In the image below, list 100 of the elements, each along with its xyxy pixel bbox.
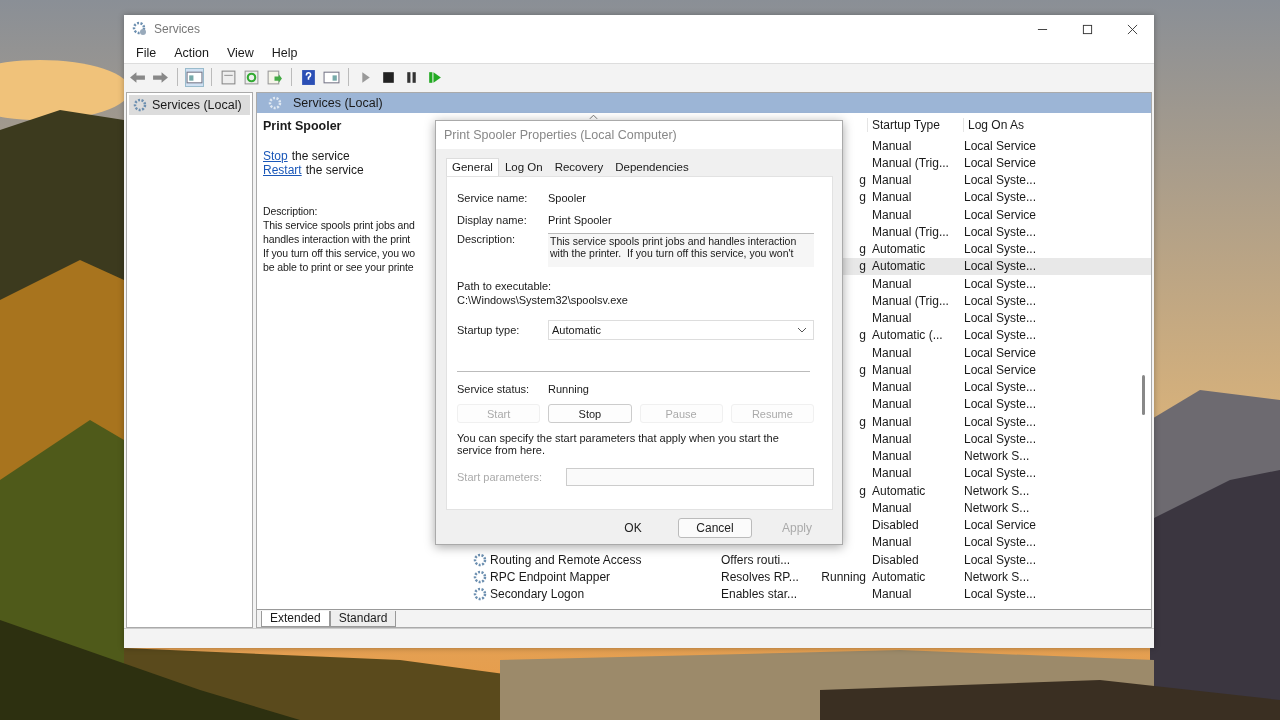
table-cell: g [859,242,866,257]
menu-item[interactable]: Help [265,46,304,60]
table-cell-text: Automatic (... [872,328,944,343]
description-box[interactable]: This service spools print jobs and handles interaction with the printer. If you turn off this service, you won't [548,233,814,267]
field-label: Path to executable: [457,279,553,293]
table-cell-text: Manual (Trig... [872,155,950,170]
service-control-button[interactable]: Stop [548,404,632,423]
scrollbar-thumb[interactable] [1142,375,1145,415]
table-cell-text: Local Syste... [964,552,1038,567]
tree-item[interactable]: Services (Local) [129,95,250,115]
gear-icon [267,95,283,111]
table-cell-text: Local Syste... [964,328,1038,343]
table-cell-text: Manual [872,500,913,515]
refresh-icon[interactable] [243,68,260,86]
table-cell-text: Local Service [964,518,1038,533]
field-value: Spooler [548,192,586,204]
description-line: If you turn off this service, you wo [263,246,417,260]
table-cell: g [859,328,866,343]
dialog-tab[interactable]: Recovery [548,158,610,176]
table-cell-text: Local Syste... [964,276,1038,291]
field-value: Running [548,383,589,395]
table-cell: Resolves RP... [721,569,799,584]
path-value: C:\Windows\System32\spoolsv.exe [457,293,629,307]
table-cell-text: Manual [872,190,913,205]
table-cell: g [859,362,866,377]
window-title: Services [154,22,200,36]
table-cell-text: Local Service [964,138,1038,153]
table-cell-text: Manual [872,466,913,481]
table-cell: g [859,259,866,274]
gear-icon [472,568,488,585]
table-cell-text: Local Syste... [964,190,1038,205]
table-cell-text: Local Syste... [964,535,1038,550]
table-cell-text: Manual [872,345,913,360]
field-label: Startup type: [457,324,521,336]
table-cell-text: Manual [872,431,913,446]
description-line: This service spools print jobs and [263,218,416,232]
field-label: Service name: [457,192,529,204]
table-cell-text: Manual [872,173,913,188]
description-line: be able to print or see your printe [263,260,415,274]
table-cell-text: Manual [872,207,913,222]
startup-type-dropdown[interactable]: Automatic [548,320,814,340]
gears-icon [132,21,148,37]
properties-icon[interactable] [220,68,237,86]
table-cell-text: Local Service [964,362,1038,377]
table-cell: g [859,173,866,188]
gear-icon [472,551,488,568]
description-label: Description: [263,204,319,218]
column-header[interactable]: Log On As [963,118,1059,132]
maximize-icon[interactable] [1082,23,1093,35]
gear-icon [132,97,148,113]
table-cell-text: Network S... [964,500,1031,515]
action-text: the service [305,163,364,177]
table-cell: Offers routi... [721,552,791,567]
dialog-button[interactable]: Cancel [678,518,752,538]
service-name[interactable]: Routing and Remote Access [490,552,642,567]
table-cell-text: Local Syste... [964,414,1038,429]
action-link[interactable]: Restart [263,163,302,177]
table-cell-text: Manual [872,276,913,291]
dialog-tab[interactable]: Dependencies [609,158,695,176]
view-tab[interactable]: Standard [329,611,397,627]
close-icon[interactable] [1127,23,1138,35]
table-cell-text: Local Syste... [964,242,1038,257]
table-cell-text: Local Service [964,345,1038,360]
view-tab[interactable]: Extended [261,611,330,627]
table-cell-text: Manual [872,397,913,412]
table-cell-text: Manual [872,380,913,395]
hint-text: You can specify the start parameters that apply when you start the service from here. [457,432,780,456]
menu-item[interactable]: View [220,46,260,60]
table-cell: Running [821,569,866,584]
chevron-down-icon [797,327,807,333]
column-header[interactable]: Startup Type [867,118,963,132]
gear-icon [472,586,488,603]
help-icon[interactable] [300,68,317,86]
console-tree-icon[interactable] [186,68,203,86]
table-cell-text: Local Syste... [964,431,1038,446]
menu-item[interactable]: Action [168,46,215,60]
menu-item[interactable]: File [130,46,163,60]
table-cell-text: Local Syste... [964,311,1038,326]
table-cell: Enables star... [721,587,798,602]
dialog-tab[interactable]: General [446,158,499,176]
description-line: handles interaction with the print [263,232,412,246]
table-cell-text: Automatic [872,483,927,498]
dialog-tab[interactable]: Log On [498,158,549,176]
table-cell-text: Manual [872,587,913,602]
table-cell-text: Manual [872,414,913,429]
table-cell-text: Automatic [872,569,927,584]
table-cell-text: Network S... [964,449,1031,464]
table-cell-text: Local Syste... [964,466,1038,481]
table-cell: g [859,414,866,429]
table-cell-text: Local Syste... [964,587,1038,602]
table-cell-text: Manual [872,138,913,153]
service-name[interactable]: RPC Endpoint Mapper [490,569,611,584]
table-cell-text: Automatic [872,242,927,257]
table-cell: g [859,483,866,498]
export-icon[interactable] [266,68,283,86]
action-link[interactable]: Stop [263,149,288,163]
service-name[interactable]: Secondary Logon [490,587,585,602]
table-cell-text: Network S... [964,569,1031,584]
table-cell-text: Automatic [872,259,927,274]
table-cell-text: Disabled [872,518,920,533]
